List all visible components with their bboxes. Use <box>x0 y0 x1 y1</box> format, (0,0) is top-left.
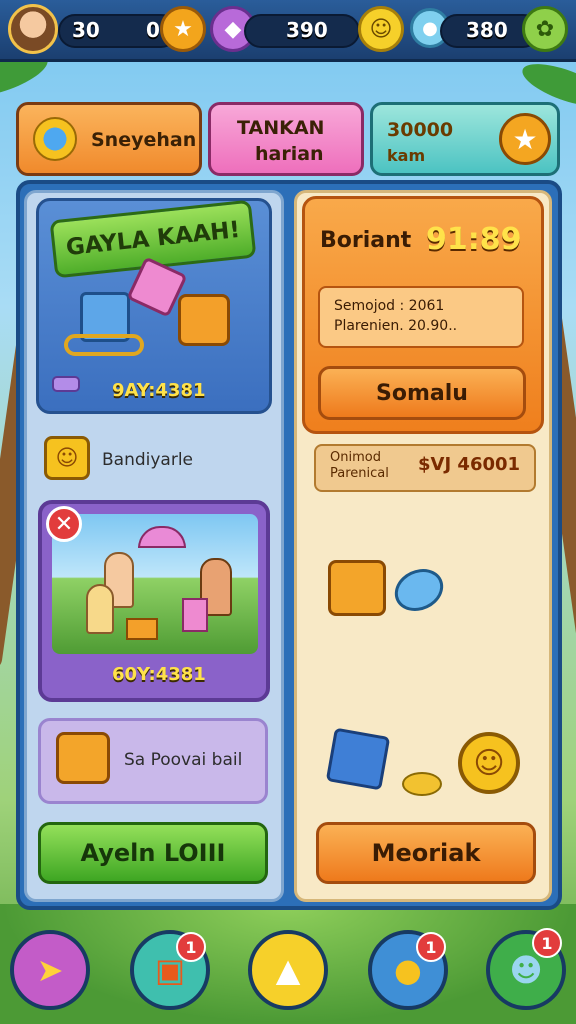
tab-daily-quest-line2: harian <box>255 143 324 165</box>
close-icon[interactable]: ✕ <box>46 506 82 542</box>
resource-value-1: 30 <box>72 18 100 42</box>
nav-chat-badge: 1 <box>416 932 446 962</box>
left-action-button[interactable]: Ayeln LOIII <box>38 822 268 884</box>
star-badge-icon: ★ <box>499 113 551 165</box>
thumbs-up-icon[interactable]: ★ <box>160 6 206 52</box>
megaphone-icon: ▲ <box>275 951 301 989</box>
nav-arrow-button[interactable]: ➤ <box>10 930 90 1010</box>
star-cube-icon: ☺ <box>44 436 90 480</box>
bundle-price: 9AY:4381 <box>112 380 206 401</box>
event-info-line2: Plarenien. 20.90.. <box>334 318 458 334</box>
resource-bar: 30 0 ★ ◆ 390 ☺ ● 380 ✿ <box>0 0 576 62</box>
resource-value-4: 380 <box>466 18 508 42</box>
pet-icon: ☻ <box>509 951 543 989</box>
tab-daily-bonus-label: Sneyehan <box>91 129 197 151</box>
smiley-coin-icon[interactable]: ☺ <box>358 6 404 52</box>
tab-rewards-line1: 30000 <box>387 119 454 141</box>
event-info-box <box>318 286 524 348</box>
smiley-gold-coin-icon: ☺ <box>458 732 520 794</box>
tab-daily-quest-line1: TANKAN <box>237 117 325 139</box>
tab-daily-bonus[interactable]: Sneyehan <box>16 102 202 176</box>
arrow-icon: ➤ <box>36 951 64 989</box>
event-mid-button[interactable]: Somalu <box>318 366 526 420</box>
chat-icon: ● <box>394 951 422 989</box>
blue-cube-gem-icon <box>325 727 391 791</box>
pink-block-icon <box>182 598 208 632</box>
event-info-line1: Semojod : 2061 <box>334 298 445 314</box>
offer-row-label: Sa Poovai bail <box>124 750 243 770</box>
scene-illustration <box>52 514 258 654</box>
right-action-button[interactable]: Meoriak <box>316 822 536 884</box>
leaf-icon[interactable]: ✿ <box>522 6 568 52</box>
event-strip-value: $VJ 46001 <box>418 454 521 475</box>
umbrella-icon <box>138 526 186 548</box>
orange-block-icon <box>178 294 230 346</box>
tab-daily-quest[interactable]: TANKAN harian <box>208 102 364 176</box>
treasure-chest-icon <box>56 732 110 784</box>
sun-gem-icon <box>33 117 77 161</box>
resource-value-3: 390 <box>286 18 328 42</box>
nav-shop-badge: 1 <box>176 932 206 962</box>
event-strip-line2: Parenical <box>330 466 389 481</box>
gold-coins-icon <box>402 772 442 796</box>
purple-chip-icon <box>52 376 80 392</box>
event-strip-line1: Onimod <box>330 450 381 465</box>
tab-rewards[interactable]: 30000 kam ★ <box>370 102 560 176</box>
nav-home-button[interactable]: ▲ <box>248 930 328 1010</box>
reward-label: Bandiyarle <box>102 450 194 470</box>
chest-icon <box>328 560 386 616</box>
event-title: Boriant <box>320 228 412 253</box>
gift-box-icon <box>126 618 158 640</box>
player-avatar[interactable] <box>8 4 58 54</box>
nav-pet-badge: 1 <box>532 928 562 958</box>
gold-chain-icon <box>64 334 144 356</box>
event-timer: 91:89 <box>426 222 522 257</box>
tab-rewards-line2: kam <box>387 146 426 165</box>
child-figure-2 <box>86 584 114 634</box>
resource-value-2: 0 <box>146 18 160 42</box>
scene-price: 60Y:4381 <box>112 664 206 685</box>
